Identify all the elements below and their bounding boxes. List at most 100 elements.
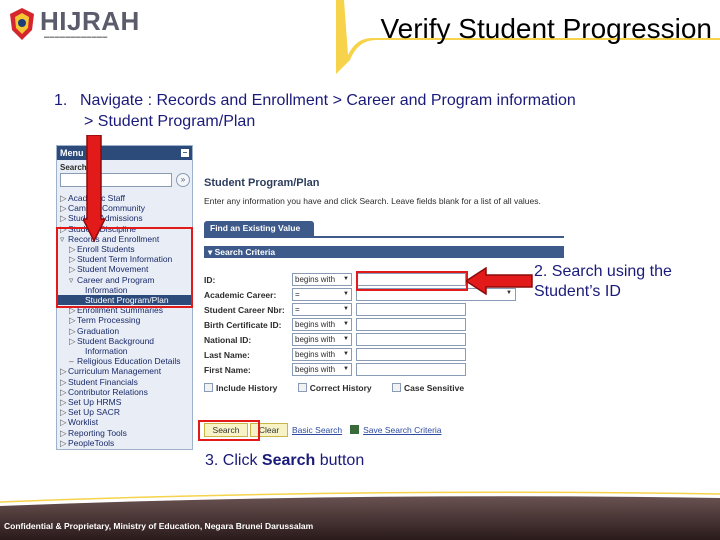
menu-item-label: Student Financials [68, 376, 138, 387]
crest-icon [10, 8, 34, 40]
expand-icon: ▷ [60, 407, 67, 418]
expand-icon: ▷ [69, 315, 76, 326]
search-field-row: Student Career Nbr: = ▼ [204, 303, 576, 317]
highlight-box-id [356, 271, 468, 291]
expand-icon: ▷ [60, 386, 67, 397]
expand-icon: ▷ [60, 366, 67, 377]
save-icon [350, 425, 360, 434]
logo-wordmark: HIJRAH [40, 6, 140, 36]
red-arrow-down [83, 135, 105, 243]
menu-header: Menu – [57, 146, 192, 160]
menu-search-input[interactable] [60, 173, 172, 187]
menu-item[interactable]: ▷Set Up HRMS [57, 397, 192, 407]
menu-item-label: PeopleTools [68, 437, 115, 448]
panel-title: Student Program/Plan [204, 177, 320, 189]
operator-select[interactable]: begins with ▼ [292, 273, 352, 286]
basic-search-link[interactable]: Basic Search [292, 425, 342, 435]
menu-title: Menu [60, 148, 84, 158]
expand-icon: ▷ [60, 203, 67, 214]
operator-select[interactable]: = ▼ [292, 288, 352, 301]
menu-item-label: Information [85, 346, 128, 357]
dropdown-arrow-icon: ▼ [343, 336, 349, 342]
include-history-checkbox[interactable]: Include History [204, 383, 277, 393]
operator-select[interactable]: begins with ▼ [292, 318, 352, 331]
logo-tagline-art: ▬▬▬▬▬▬▬▬▬▬▬▬ [44, 34, 108, 40]
menu-item[interactable]: ▷Worklist [57, 417, 192, 427]
expand-icon: ▷ [69, 335, 76, 346]
field-label: First Name: [204, 365, 251, 375]
expand-icon: ▷ [60, 213, 67, 224]
highlight-box-menu [56, 227, 193, 308]
field-value-input[interactable] [356, 303, 466, 316]
dropdown-arrow-icon: ▼ [343, 321, 349, 327]
menu-item[interactable]: ▷Student Background [57, 336, 192, 346]
menu-item[interactable]: Information [57, 346, 192, 356]
search-go-icon[interactable]: » [176, 173, 190, 187]
red-arrow-left [466, 267, 533, 295]
expand-icon: ▷ [60, 437, 67, 448]
menu-item-label: Term Processing [77, 315, 141, 326]
menu-item[interactable]: ▷Set Up SACR [57, 407, 192, 417]
menu-item-label: Curriculum Management [68, 366, 162, 377]
field-value-input[interactable] [356, 348, 466, 361]
field-value-input[interactable] [356, 318, 466, 331]
operator-select[interactable]: begins with ▼ [292, 363, 352, 376]
field-label: National ID: [204, 335, 252, 345]
operator-select[interactable]: begins with ▼ [292, 348, 352, 361]
menu-item[interactable]: ▷Student Financials [57, 377, 192, 387]
field-value-input[interactable] [356, 333, 466, 346]
dropdown-arrow-icon: ▼ [343, 291, 349, 297]
collapse-icon[interactable]: – [181, 149, 189, 157]
navigation-path: Records and Enrollment > Career and Prog… [156, 92, 576, 109]
save-search-criteria-link[interactable]: Save Search Criteria [363, 425, 441, 435]
menu-item[interactable]: ▷Reporting Tools [57, 428, 192, 438]
menu-item[interactable]: – Religious Education Details [57, 356, 192, 366]
panel-description: Enter any information you have and click… [204, 196, 541, 206]
menu-item[interactable]: ▷Term Processing [57, 315, 192, 325]
search-panel: Student Program/Plan Enter any informati… [201, 145, 576, 450]
menu-item[interactable]: ▷Student Admissions [57, 213, 192, 223]
operator-select[interactable]: = ▼ [292, 303, 352, 316]
search-criteria-header[interactable]: ▾ Search Criteria [204, 246, 564, 258]
correct-history-checkbox[interactable]: Correct History [297, 383, 372, 393]
case-sensitive-checkbox[interactable]: Case Sensitive [392, 383, 464, 393]
field-label: Birth Certificate ID: [204, 320, 282, 330]
menu-item-label: Worklist [68, 417, 99, 428]
menu-item[interactable]: ▷Academic Staff [57, 193, 192, 203]
menu-item[interactable]: ▷Graduation [57, 326, 192, 336]
field-label: Student Career Nbr: [204, 305, 285, 315]
search-field-row: Last Name: begins with ▼ [204, 348, 576, 362]
search-field-row: First Name: begins with ▼ [204, 363, 576, 377]
field-label: Last Name: [204, 350, 250, 360]
peoplesoft-screenshot: Menu – Search: » ▷Academic Staff▷Campus … [56, 135, 576, 450]
menu-item-label: Religious Education Details [77, 356, 181, 367]
menu-item[interactable]: ▷Curriculum Management [57, 366, 192, 376]
expand-icon: ▷ [60, 397, 67, 408]
dropdown-arrow-icon: ▼ [343, 276, 349, 282]
tab-find-existing-value[interactable]: Find an Existing Value [204, 221, 314, 236]
expand-icon: – [69, 356, 74, 367]
navigation-path-line2: > Student Program/Plan [84, 113, 256, 130]
menu-item-label: Reporting Tools [68, 427, 127, 438]
operator-select[interactable]: begins with ▼ [292, 333, 352, 346]
step-number: 1. [54, 92, 68, 109]
search-field-row: Birth Certificate ID: begins with ▼ [204, 318, 576, 332]
menu-item-label: Contributor Relations [68, 386, 148, 397]
expand-icon: ▷ [60, 376, 67, 387]
highlight-box-search [198, 420, 260, 441]
field-value-input[interactable] [356, 363, 466, 376]
dropdown-arrow-icon: ▼ [343, 306, 349, 312]
expand-icon: ▷ [69, 325, 76, 336]
callout-step-2: 2. Search using the Student’s ID [534, 263, 672, 300]
field-label: Academic Career: [204, 290, 277, 300]
menu-item[interactable]: ▷Contributor Relations [57, 387, 192, 397]
expand-icon: ▷ [60, 193, 67, 203]
menu-item-label: Set Up SACR [68, 407, 120, 418]
menu-search-label: Search: [60, 163, 90, 172]
menu-item[interactable]: ▷Campus Community [57, 203, 192, 213]
menu-item-label: Campus Community [68, 203, 145, 214]
hijrah-logo: HIJRAH ▬▬▬▬▬▬▬▬▬▬▬▬ [4, 4, 154, 46]
expand-icon: ▷ [60, 427, 67, 438]
dropdown-arrow-icon: ▼ [343, 351, 349, 357]
menu-item[interactable]: ▷PeopleTools [57, 438, 192, 448]
